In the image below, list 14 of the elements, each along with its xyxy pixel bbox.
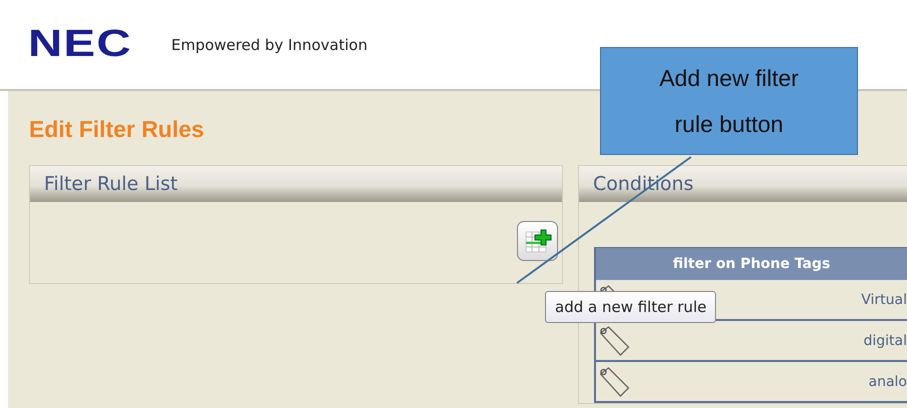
page-title: Edit Filter Rules: [29, 116, 204, 143]
tooltip: add a new filter rule: [545, 291, 716, 323]
phone-tag-label[interactable]: digital: [863, 332, 907, 348]
tag-icon: [600, 366, 630, 396]
callout-box: Add new filter rule button: [600, 47, 858, 155]
phone-tag-label[interactable]: analo: [868, 374, 907, 390]
nec-logo: NEC: [28, 23, 132, 66]
tagline: Empowered by Innovation: [171, 36, 368, 54]
panel-title: Filter Rule List: [44, 173, 178, 195]
phone-tag-label[interactable]: Virtual: [861, 292, 907, 308]
tag-icon: [600, 326, 630, 356]
table-header: filter on Phone Tags: [596, 247, 907, 280]
add-filter-rule-button[interactable]: [517, 221, 558, 261]
grid-plus-icon: [522, 227, 552, 255]
